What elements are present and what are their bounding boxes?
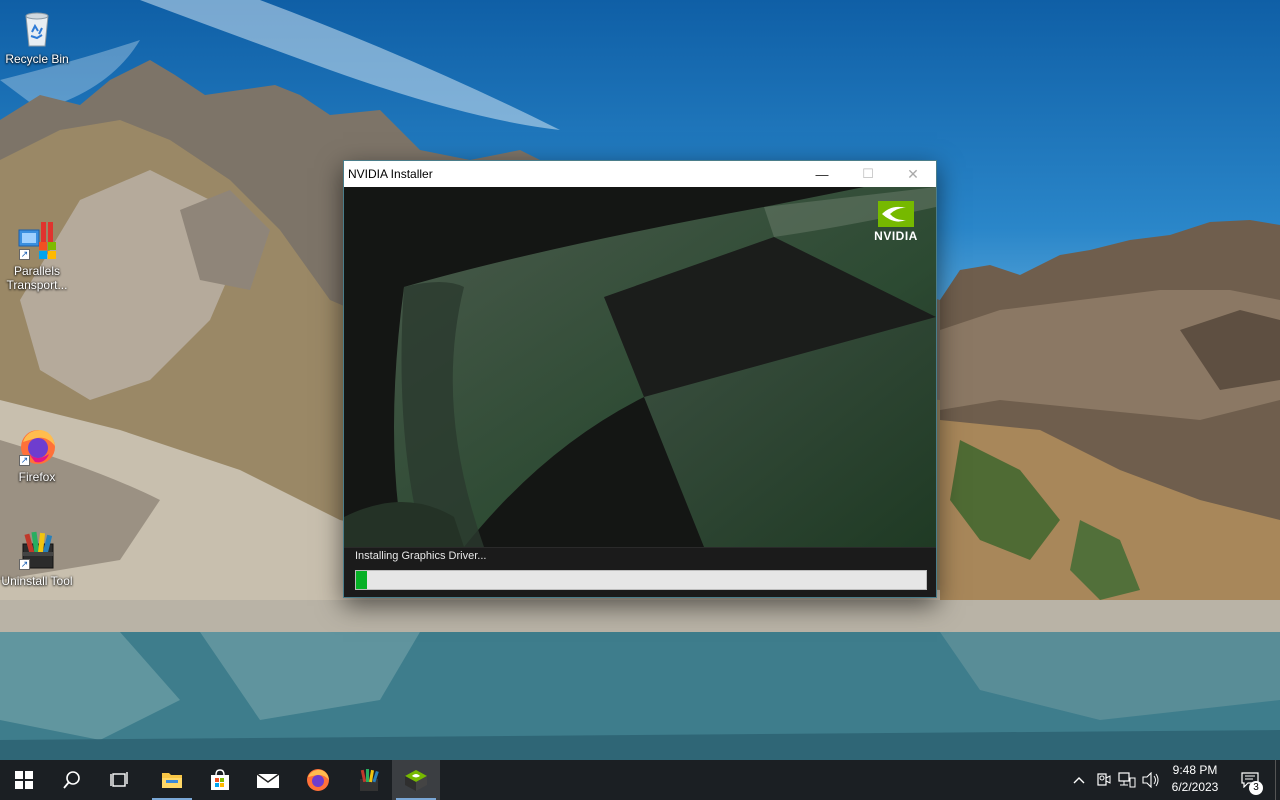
firefox-icon: ↗ (17, 426, 57, 466)
meet-now-button[interactable] (1092, 760, 1114, 800)
show-hidden-icons-button[interactable] (1068, 760, 1090, 800)
firefox-button[interactable] (294, 760, 342, 800)
uninstall-tool-button[interactable] (344, 760, 392, 800)
show-desktop-button[interactable] (1275, 760, 1280, 800)
mail-button[interactable] (244, 760, 292, 800)
install-progress-bar (355, 570, 927, 590)
nvidia-brand-text: NVIDIA (874, 229, 918, 243)
hero-artwork (344, 187, 936, 547)
store-icon (211, 769, 229, 790)
clock-date: 6/2/2023 (1171, 780, 1219, 794)
desktop: Recycle Bin ↗ Parallels Transport... ↗ F… (0, 0, 1280, 760)
chevron-up-icon (1073, 777, 1085, 784)
network-icon (1118, 772, 1136, 788)
file-explorer-button[interactable] (148, 760, 196, 800)
search-icon (63, 771, 80, 789)
clock-time: 9:48 PM (1172, 763, 1218, 777)
installer-status-text: Installing Graphics Driver... (355, 550, 487, 562)
nvidia-installer-button[interactable] (392, 760, 440, 800)
shortcut-arrow-icon: ↗ (19, 249, 30, 260)
task-view-button[interactable] (96, 760, 144, 800)
desktop-icon-label: Parallels Transport... (6, 264, 68, 292)
action-center-button[interactable] (1230, 760, 1270, 800)
window-titlebar[interactable]: NVIDIA Installer — ☐ ✕ (344, 161, 936, 187)
uninstall-tool-icon (360, 769, 379, 791)
taskbar: 9:48 PM 6/2/2023 (0, 760, 1280, 800)
uninstall-tool-icon: ↗ (17, 530, 57, 570)
installer-hero-banner: NVIDIA (344, 187, 936, 547)
firefox-icon (307, 769, 329, 791)
desktop-icon-recycle-bin[interactable]: Recycle Bin (0, 8, 74, 66)
nvidia-installer-icon (405, 770, 427, 791)
shortcut-arrow-icon: ↗ (19, 455, 30, 466)
desktop-icon-firefox[interactable]: ↗ Firefox (0, 426, 74, 484)
close-button[interactable]: ✕ (890, 161, 936, 187)
notification-count-badge: 3 (1249, 781, 1263, 795)
desktop-icon-label: Firefox (18, 470, 56, 484)
parallels-transporter-icon: ↗ (17, 220, 57, 260)
minimize-button[interactable]: — (799, 161, 845, 187)
taskbar-clock[interactable]: 9:48 PM 6/2/2023 (1162, 762, 1228, 796)
nvidia-installer-window: NVIDIA Installer — ☐ ✕ NVIDIA Installing… (343, 160, 937, 598)
mail-icon (256, 773, 280, 788)
shortcut-arrow-icon: ↗ (19, 559, 30, 570)
microsoft-store-button[interactable] (196, 760, 244, 800)
desktop-icon-parallels-transporter[interactable]: ↗ Parallels Transport... (0, 220, 74, 292)
desktop-icon-label: Uninstall Tool (1, 574, 73, 588)
recycle-bin-icon (17, 8, 57, 48)
meet-now-icon (1097, 773, 1111, 786)
desktop-icon-label: Recycle Bin (5, 52, 69, 66)
windows-logo-icon (15, 771, 33, 789)
volume-button[interactable] (1140, 760, 1162, 800)
maximize-button[interactable]: ☐ (845, 161, 891, 187)
search-button[interactable] (48, 760, 96, 800)
window-title: NVIDIA Installer (348, 167, 433, 181)
task-view-icon (110, 772, 128, 787)
network-button[interactable] (1116, 760, 1138, 800)
volume-icon (1142, 772, 1159, 788)
desktop-icon-uninstall-tool[interactable]: ↗ Uninstall Tool (0, 530, 74, 588)
start-button[interactable] (0, 760, 48, 800)
install-progress-fill (356, 571, 368, 589)
folder-icon (162, 773, 182, 788)
